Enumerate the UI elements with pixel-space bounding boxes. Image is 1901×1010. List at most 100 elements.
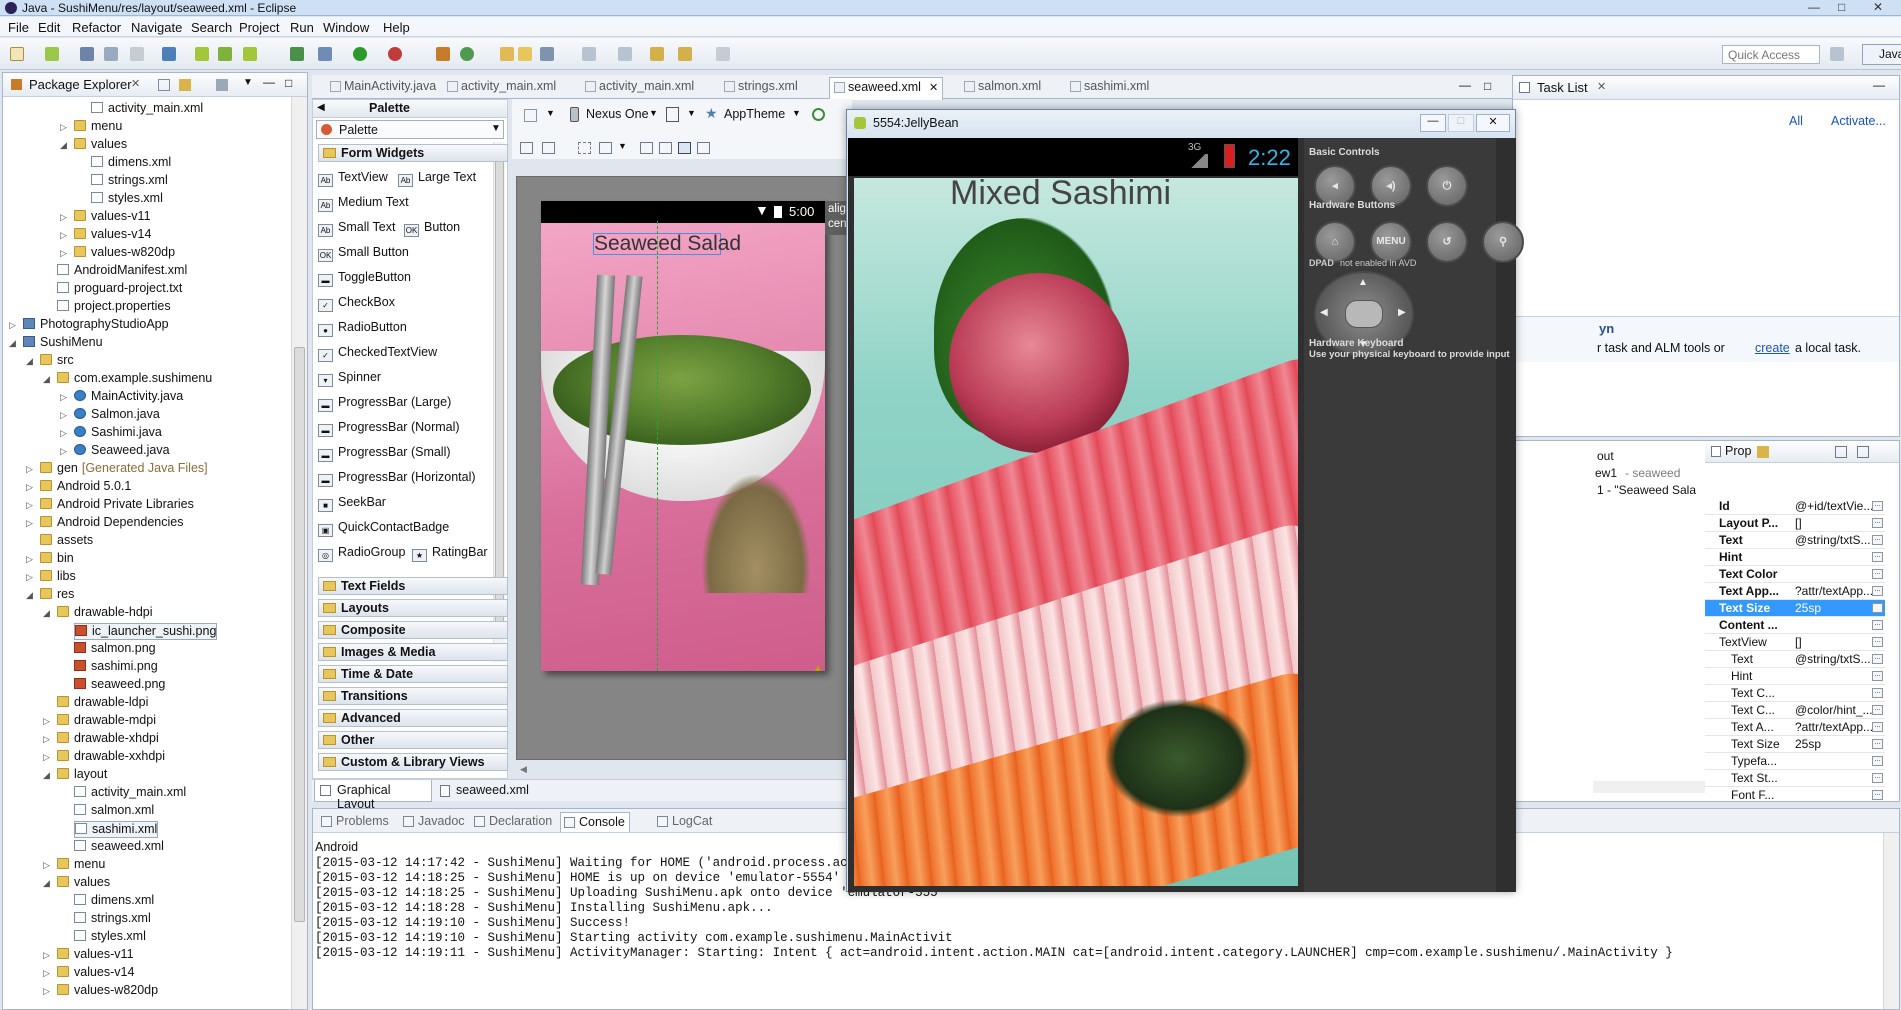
new-icon[interactable] (10, 47, 24, 61)
palette-category-form-widgets[interactable]: Form Widgets (318, 144, 508, 162)
tree-expanded-icon[interactable]: ◢ (43, 878, 50, 889)
tree-collapsed-icon[interactable]: ▷ (60, 212, 67, 223)
tree-item[interactable]: Salmon.java (74, 407, 160, 422)
margins-icon[interactable] (578, 142, 591, 154)
zoom-vertical-icon[interactable] (542, 142, 555, 154)
tree-item[interactable]: values-v14 (74, 227, 151, 242)
palette-collapse-icon[interactable]: ◀ (317, 102, 325, 113)
tree-collapsed-icon[interactable]: ▷ (26, 500, 33, 511)
view-menu-chevron-icon[interactable]: ▼ (243, 77, 253, 88)
property-row[interactable]: Text @string/txtS...… (1705, 651, 1885, 668)
tree-collapsed-icon[interactable]: ▷ (60, 428, 67, 439)
tree-collapsed-icon[interactable]: ▷ (26, 572, 33, 583)
android-project-icon[interactable] (243, 47, 257, 61)
property-row[interactable]: Text A... ?attr/textApp...… (1705, 719, 1885, 736)
search-icon[interactable] (540, 47, 554, 61)
ellipsis-icon[interactable]: … (1872, 688, 1883, 698)
property-value[interactable]: 25sp (1795, 737, 1877, 751)
tree-collapsed-icon[interactable]: ▷ (60, 230, 67, 241)
task-list-title[interactable]: Task List (1537, 80, 1588, 95)
properties-tool-icon[interactable] (1757, 446, 1769, 458)
tree-item[interactable]: strings.xml (74, 911, 151, 926)
prev-annotation-icon[interactable] (618, 47, 632, 61)
ellipsis-icon[interactable]: … (1872, 790, 1883, 800)
close-tab-icon[interactable]: ✕ (131, 77, 140, 90)
palette-widget[interactable]: Ab Medium Text (318, 195, 409, 212)
tree-item[interactable]: values-w820dp (57, 983, 158, 998)
zoom-fit-icon[interactable] (520, 142, 533, 154)
tree-item[interactable]: values-v11 (74, 209, 151, 224)
properties-collapse-icon[interactable] (1857, 446, 1869, 458)
android-lint-icon[interactable] (218, 47, 232, 61)
emulator-maximize-icon[interactable]: □ (1448, 114, 1474, 132)
tree-collapsed-icon[interactable]: ▷ (26, 518, 33, 529)
tree-item[interactable]: sashimi.xml (74, 821, 159, 838)
console-scrollbar[interactable] (1883, 833, 1899, 1009)
property-row[interactable]: TextView []… (1705, 634, 1885, 651)
tree-item[interactable]: drawable-mdpi (57, 713, 156, 728)
palette-widget[interactable]: ▬ ProgressBar (Horizontal) (318, 470, 476, 487)
property-value[interactable]: 25sp (1795, 601, 1877, 615)
tree-item[interactable]: com.example.sushimenu (57, 371, 212, 386)
tree-item[interactable]: menu (57, 857, 105, 872)
tree-item[interactable]: src (40, 353, 74, 368)
align-right-icon[interactable] (678, 142, 691, 154)
palette-category[interactable]: Composite (318, 621, 508, 639)
tree-item[interactable]: values-v14 (57, 965, 134, 980)
ellipsis-icon[interactable]: … (1872, 501, 1883, 511)
editor-maximize-icon[interactable]: □ (1484, 79, 1491, 93)
layout-config-icon[interactable] (524, 109, 537, 122)
property-row[interactable]: Text Color… (1705, 566, 1885, 583)
debug-icon[interactable] (318, 47, 332, 61)
ellipsis-icon[interactable]: … (1872, 671, 1883, 681)
palette-widget[interactable]: ● RadioButton (318, 320, 407, 337)
theme-chevron-icon[interactable]: ▼ (792, 108, 801, 118)
tree-collapsed-icon[interactable]: ▷ (60, 392, 67, 403)
property-row[interactable]: Text Size 25sp… (1705, 600, 1885, 617)
tree-collapsed-icon[interactable]: ▷ (43, 716, 50, 727)
save-icon[interactable] (80, 47, 94, 61)
graphical-layout-tab[interactable]: Graphical Layout (314, 780, 432, 811)
tree-item[interactable]: layout (57, 767, 107, 782)
console-tab[interactable]: Problems (318, 812, 393, 832)
device-name[interactable]: Nexus One (586, 107, 649, 121)
run-icon[interactable] (353, 47, 367, 61)
tree-item[interactable]: Sashimi.java (74, 425, 162, 440)
maximize-icon[interactable]: □ (1838, 0, 1845, 14)
emulator-minimize-icon[interactable]: — (1420, 114, 1446, 132)
palette-widget[interactable]: Ab Small Text (318, 220, 395, 237)
property-value[interactable]: [] (1795, 635, 1877, 649)
minimize-icon[interactable]: — (1808, 0, 1820, 14)
tree-item[interactable]: bin (40, 551, 74, 566)
tree-item[interactable]: values (74, 137, 127, 152)
ellipsis-icon[interactable]: … (1872, 637, 1883, 647)
align-center-icon[interactable] (659, 142, 672, 154)
open-perspective-icon[interactable] (1830, 47, 1844, 61)
tree-item[interactable]: PhotographyStudioApp (23, 317, 169, 332)
tree-collapsed-icon[interactable]: ▷ (26, 464, 33, 475)
align-left-icon[interactable] (640, 142, 653, 154)
open-type-icon[interactable] (500, 47, 514, 61)
tree-collapsed-icon[interactable]: ▷ (43, 860, 50, 871)
back-arrow-icon[interactable] (650, 47, 664, 61)
property-row[interactable]: Layout P... []… (1705, 515, 1885, 532)
menu-project[interactable]: Project (239, 20, 279, 35)
tree-expanded-icon[interactable]: ◢ (43, 374, 50, 385)
tree-expanded-icon[interactable]: ◢ (60, 140, 67, 151)
palette-category[interactable]: Custom & Library Views (318, 753, 508, 771)
outline-line-1[interactable]: out (1597, 449, 1614, 463)
ellipsis-icon[interactable]: … (1872, 518, 1883, 528)
console-tab[interactable]: LogCat (654, 812, 716, 832)
menu-edit[interactable]: Edit (38, 20, 60, 35)
tree-item[interactable]: styles.xml (74, 929, 146, 944)
tree-item[interactable]: menu (74, 119, 122, 134)
ellipsis-icon[interactable]: … (1872, 705, 1883, 715)
tree-expanded-icon[interactable]: ◢ (43, 608, 50, 619)
tree-item[interactable]: ic_launcher_sushi.png (74, 623, 218, 640)
palette-category[interactable]: Advanced (318, 709, 508, 727)
home-button[interactable]: ⌂ (1314, 221, 1356, 263)
menu-file[interactable]: File (8, 20, 29, 35)
tree-collapsed-icon[interactable]: ▷ (43, 752, 50, 763)
palette-category[interactable]: Other (318, 731, 508, 749)
close-icon[interactable]: ✕ (1873, 0, 1883, 14)
